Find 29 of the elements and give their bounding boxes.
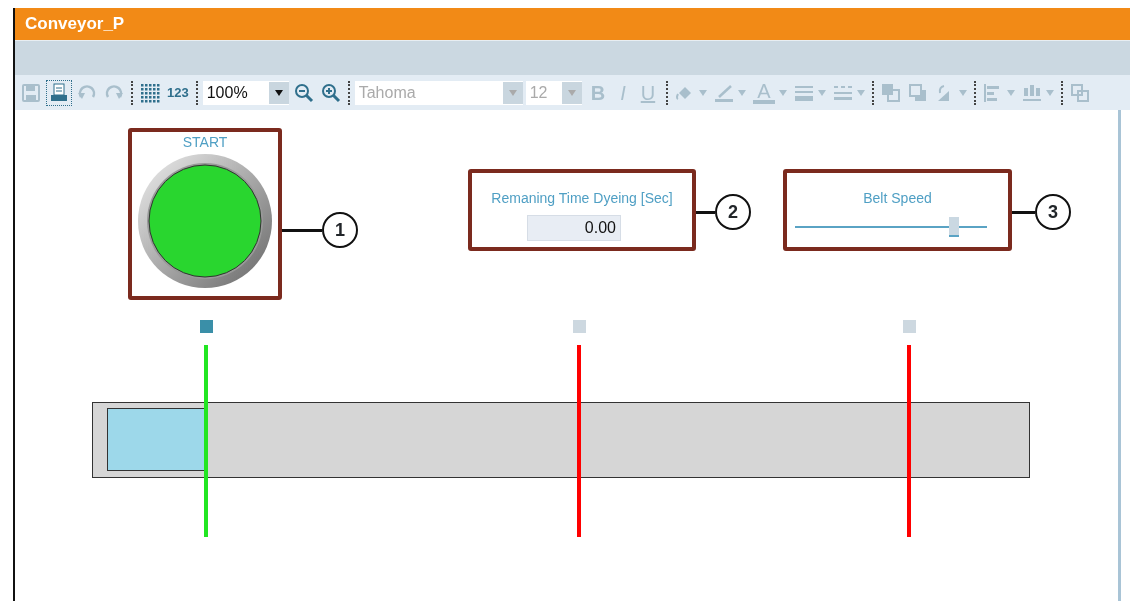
zoom-out-icon <box>293 82 314 103</box>
number-button[interactable]: 123 <box>165 79 191 106</box>
caret-icon <box>508 89 517 96</box>
callout-number: 2 <box>715 194 751 230</box>
callout-number: 3 <box>1035 194 1071 230</box>
zoom-in-icon <box>320 82 341 103</box>
bring-front-icon <box>880 82 901 103</box>
button-label: START <box>181 133 229 152</box>
leader-line <box>696 211 715 214</box>
leader-line <box>1012 211 1035 214</box>
dropdown-field[interactable]: 100% <box>202 80 289 105</box>
callout-number: 1 <box>322 212 358 248</box>
value-field: 0.00 <box>527 215 621 241</box>
print-icon <box>49 82 69 103</box>
brush-icon <box>714 82 735 103</box>
print-button[interactable] <box>46 79 72 106</box>
start-button[interactable] <box>137 153 273 289</box>
save-icon <box>21 82 41 103</box>
caret-icon <box>274 89 283 96</box>
send-back-icon <box>907 82 928 103</box>
caret-icon <box>567 89 576 96</box>
window-title: Conveyor_P <box>15 8 1130 40</box>
distribute-icon <box>1021 82 1042 103</box>
slider-thumb[interactable] <box>949 217 960 237</box>
slider-label: Belt Speed <box>862 189 933 208</box>
display-label: Remaning Time Dyeing [Sec] <box>490 189 674 208</box>
group-icon <box>1069 82 1090 103</box>
leader-line <box>282 229 322 232</box>
grid-icon <box>140 82 160 103</box>
